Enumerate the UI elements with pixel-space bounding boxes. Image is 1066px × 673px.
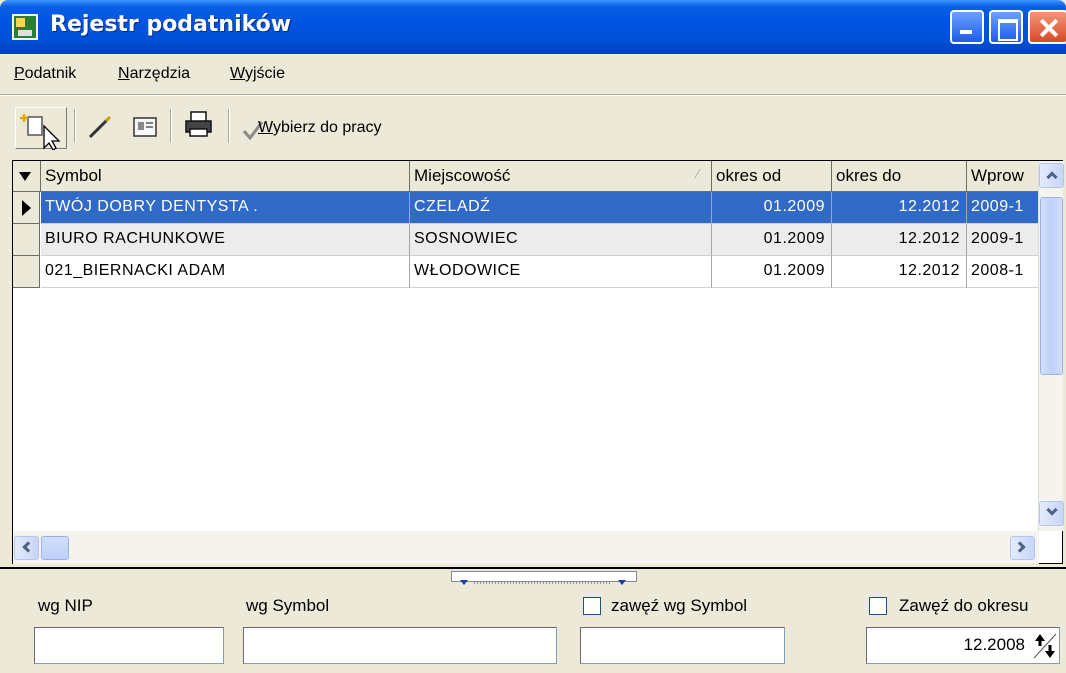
maximize-button[interactable] [989, 10, 1023, 44]
menu-bar: Podatnik Narzędzia Wyjście [0, 54, 1066, 94]
column-header-period-to[interactable]: okres do [832, 161, 967, 192]
minimize-button[interactable] [950, 10, 984, 44]
scroll-down-button[interactable] [1039, 501, 1064, 526]
panel-splitter[interactable] [0, 567, 1066, 585]
chevron-right-icon [1014, 541, 1026, 553]
select-for-work-label[interactable]: Wybierz do pracy [258, 119, 381, 137]
new-icon [20, 114, 61, 151]
symbol-filter-input[interactable] [243, 627, 557, 664]
up-down-arrows-icon [1033, 633, 1057, 659]
table-row[interactable]: TWÓJ DOBRY DENTYSTA . CZELADŹ 01.2009 12… [13, 192, 1039, 224]
app-icon[interactable] [12, 14, 38, 40]
cell-symbol[interactable]: 021_BIERNACKI ADAM [41, 256, 410, 288]
cell-city[interactable]: SOSNOWIEC [410, 224, 712, 256]
cell-entered[interactable]: 2009-1 [967, 224, 1039, 256]
row-indicator[interactable] [13, 192, 40, 224]
card-button[interactable] [130, 113, 162, 141]
horizontal-scrollbar[interactable] [13, 531, 1039, 564]
toolbar-separator [170, 109, 172, 143]
menu-divider [0, 94, 1066, 96]
narrow-period-checkbox[interactable] [869, 597, 887, 615]
window-title: Rejestr podatników [50, 12, 292, 37]
row-indicator[interactable] [13, 224, 40, 256]
symbol-filter-label: wg Symbol [246, 596, 330, 615]
scroll-left-button[interactable] [14, 536, 39, 560]
menu-podatnik[interactable]: Podatnik [14, 65, 76, 83]
vertical-scrollbar[interactable] [1038, 161, 1064, 531]
horizontal-scroll-thumb[interactable] [41, 536, 69, 560]
edit-button[interactable] [86, 113, 116, 141]
vertical-scroll-thumb[interactable] [1040, 197, 1063, 375]
cell-period-from[interactable]: 01.2009 [712, 256, 832, 288]
current-row-arrow-icon [22, 200, 31, 216]
chevron-left-icon [22, 541, 34, 553]
column-header-period-from[interactable]: okres od [712, 161, 832, 192]
table-row[interactable]: BIURO RACHUNKOWE SOSNOWIEC 01.2009 12.20… [13, 224, 1039, 256]
cell-city[interactable]: WŁODOWICE [410, 256, 712, 288]
splitter-grip[interactable] [451, 571, 637, 585]
cell-entered[interactable]: 2009-1 [967, 192, 1039, 224]
printer-icon [185, 111, 212, 137]
new-taxpayer-button[interactable] [15, 107, 67, 151]
column-header-symbol[interactable]: Symbol [41, 161, 410, 192]
app-window: Rejestr podatników Podatnik Narzędzia Wy… [0, 0, 1066, 673]
nip-filter-input[interactable] [34, 627, 224, 664]
scroll-right-button[interactable] [1010, 536, 1035, 560]
menu-narzedzia[interactable]: Narzędzia [118, 65, 190, 83]
narrow-symbol-checkbox[interactable] [583, 597, 601, 615]
cell-period-to[interactable]: 12.2012 [832, 224, 967, 256]
cell-entered[interactable]: 2008-1 [967, 256, 1039, 288]
table-row[interactable]: 021_BIERNACKI ADAM WŁODOWICE 01.2009 12.… [13, 256, 1039, 288]
sort-asc-icon: ⁄ [696, 166, 699, 181]
toolbar-separator [74, 109, 76, 143]
cell-period-to[interactable]: 12.2012 [832, 256, 967, 288]
card-icon [133, 117, 157, 137]
cell-city[interactable]: CZELADŹ [410, 192, 712, 224]
column-header-city-label: Miejscowość [414, 166, 511, 185]
period-spinner[interactable] [1031, 631, 1059, 661]
nip-filter-label: wg NIP [38, 596, 93, 615]
narrow-symbol-input[interactable] [580, 627, 785, 664]
narrow-period-label[interactable]: Zawęź do okresu [899, 596, 1028, 616]
cell-period-from[interactable]: 01.2009 [712, 224, 832, 256]
toolbar: Wybierz do pracy [0, 97, 1066, 155]
taxpayer-grid[interactable]: Symbol Miejscowość ⁄ okres od okres do W… [12, 160, 1064, 564]
cell-symbol[interactable]: TWÓJ DOBRY DENTYSTA . [41, 192, 410, 224]
cell-period-from[interactable]: 01.2009 [712, 192, 832, 224]
splitter-arrows-icon [460, 580, 626, 585]
narrow-symbol-label[interactable]: zawęź wg Symbol [611, 596, 747, 616]
chevron-up-icon [1046, 171, 1058, 183]
menu-wyjscie[interactable]: Wyjście [230, 65, 285, 83]
dropdown-arrow-icon [19, 172, 31, 181]
cell-period-to[interactable]: 12.2012 [832, 192, 967, 224]
chevron-down-icon [1046, 504, 1058, 516]
column-header-entered[interactable]: Wprow [967, 161, 1039, 192]
print-button[interactable] [182, 109, 216, 141]
cell-symbol[interactable]: BIURO RACHUNKOWE [41, 224, 410, 256]
scroll-up-button[interactable] [1039, 163, 1064, 188]
edit-pencil-icon [88, 115, 112, 139]
close-button[interactable] [1028, 10, 1066, 44]
toolbar-separator [228, 109, 230, 143]
row-indicator[interactable] [13, 256, 40, 288]
grid-menu-header[interactable] [13, 161, 41, 192]
column-header-city[interactable]: Miejscowość ⁄ [410, 161, 712, 192]
title-bar[interactable]: Rejestr podatników [0, 0, 1066, 54]
